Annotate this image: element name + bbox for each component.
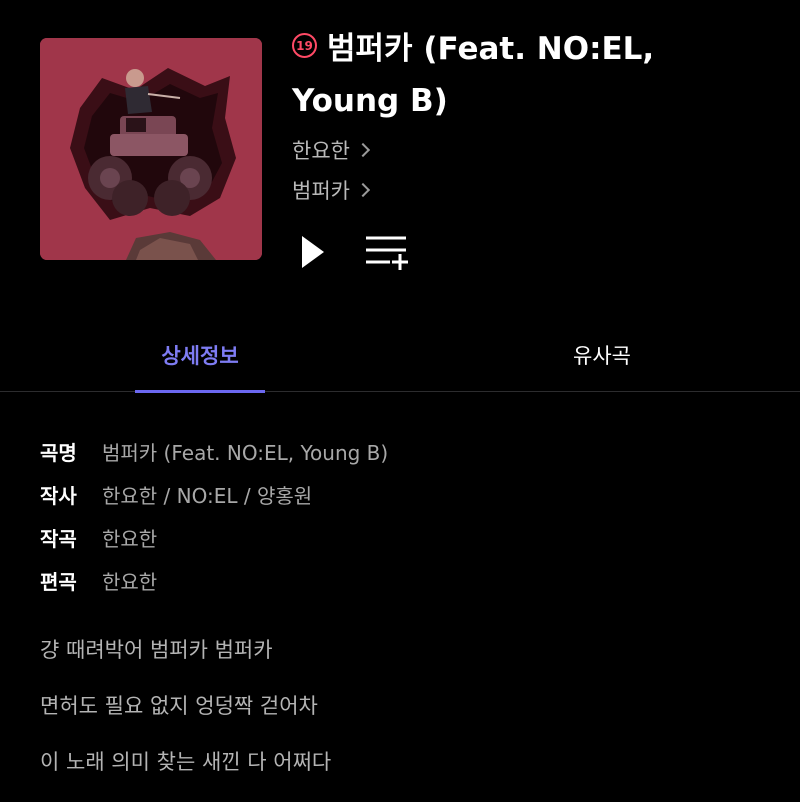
lyric-line: 이 노래 의미 찾는 새낀 다 어쩌다 [40,750,332,774]
detail-label: 작곡 [40,527,77,551]
song-title: 범퍼카 (Feat. NO:EL, [327,31,655,67]
tab-bar: 상세정보 유사곡 [0,318,800,393]
artist-link[interactable]: 한요한 [292,130,782,170]
detail-value: 한요한 [102,570,158,594]
add-to-playlist-icon[interactable] [364,232,412,272]
detail-value: 한요한 / NO:EL / 양홍원 [102,484,313,508]
album-link[interactable]: 범퍼카 [292,170,782,210]
lyrics: 걍 때려박어 범퍼카 범퍼카 면허도 필요 없지 엉덩짝 걷어차 이 노래 의미… [40,630,780,798]
detail-label: 작사 [40,484,77,508]
detail-value: 범퍼카 (Feat. NO:EL, Young B) [102,441,389,465]
song-title-continued: Young B) [292,83,448,119]
detail-label: 편곡 [40,570,77,594]
detail-row-title: 곡명 범퍼카 (Feat. NO:EL, Young B) [40,430,780,473]
lyric-line: 걍 때려박어 범퍼카 범퍼카 [40,638,273,662]
detail-label: 곡명 [40,441,77,465]
artist-name: 한요한 [292,139,350,163]
song-details: 곡명 범퍼카 (Feat. NO:EL, Young B) 작사 한요한 / N… [40,430,780,602]
detail-row-composer: 작곡 한요한 [40,516,780,559]
song-detail-page: 19 범퍼카 (Feat. NO:EL, Young B) 한요한 범퍼카 상세… [0,0,800,802]
song-info: 19 범퍼카 (Feat. NO:EL, Young B) 한요한 범퍼카 [292,24,782,272]
chevron-right-icon [355,142,371,158]
lyric-line: 면허도 필요 없지 엉덩짝 걷어차 [40,694,318,718]
detail-row-lyricist: 작사 한요한 / NO:EL / 양홍원 [40,473,780,516]
album-art-image [40,38,262,260]
title-row: 19 범퍼카 (Feat. NO:EL, [292,24,782,74]
play-icon[interactable] [300,234,326,270]
detail-value: 한요한 [102,527,158,551]
tab-similar-songs[interactable]: 유사곡 [540,318,664,392]
chevron-right-icon [355,182,371,198]
detail-row-arranger: 편곡 한요한 [40,559,780,602]
playback-controls [292,232,782,272]
album-name: 범퍼카 [292,179,350,203]
age-rating-badge: 19 [292,33,317,58]
tab-details[interactable]: 상세정보 [135,318,265,393]
album-cover[interactable] [40,38,262,260]
